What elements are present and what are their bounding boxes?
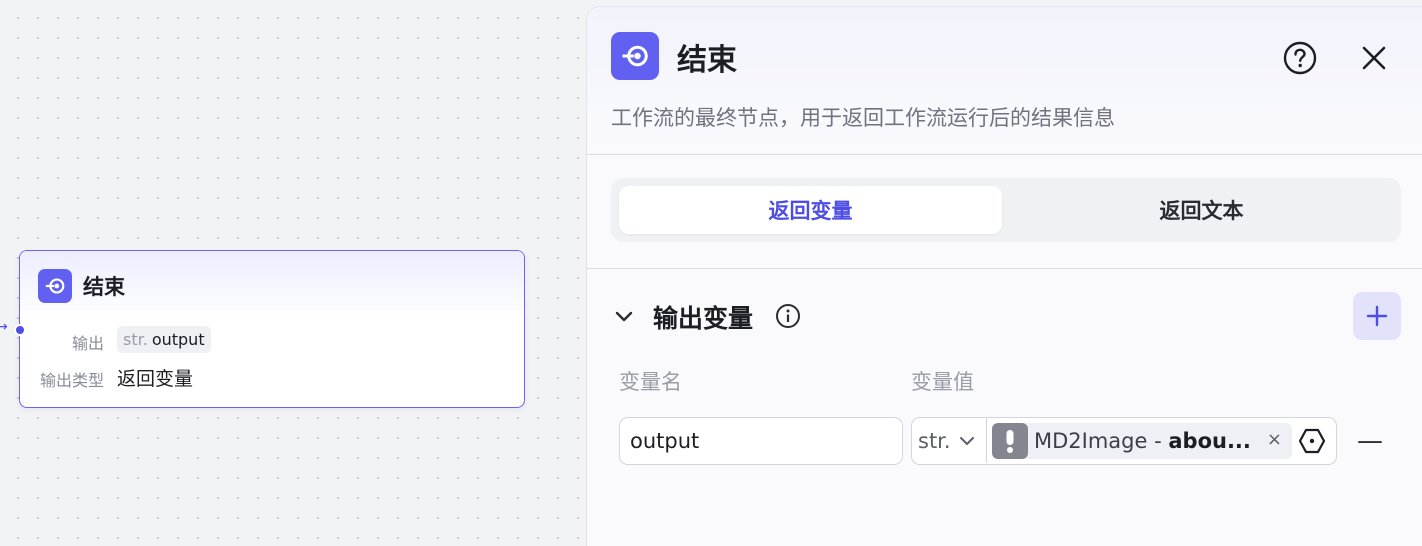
minus-icon[interactable]: — xyxy=(1357,427,1383,455)
node-output-name: output xyxy=(151,330,205,349)
end-node-card[interactable]: 结束 输出 str. output 输出类型 返回变量 xyxy=(19,250,525,408)
edge-arrow-icon: → xyxy=(0,319,8,335)
variable-type-value: str. xyxy=(918,428,951,453)
info-icon[interactable] xyxy=(775,303,801,329)
reference-source: MD2Image - xyxy=(1034,429,1169,453)
workflow-canvas[interactable]: → 结束 输出 str. output 输出类型 返回变量 xyxy=(0,0,586,546)
variable-type-select[interactable]: str. xyxy=(912,418,987,463)
chevron-down-icon[interactable] xyxy=(613,305,635,327)
node-input-port[interactable] xyxy=(14,324,26,336)
variable-name-input[interactable] xyxy=(619,417,903,465)
panel-header: 结束 工作流的最终节点，用于返回工作流运行后的结果信息 xyxy=(587,7,1422,154)
tab-return-text[interactable]: 返回文本 xyxy=(1010,186,1393,234)
warning-icon xyxy=(992,423,1028,459)
plus-icon xyxy=(1366,305,1388,327)
variable-icon[interactable] xyxy=(1298,427,1326,455)
tab-return-variable[interactable]: 返回变量 xyxy=(619,186,1002,234)
column-variable-name: 变量名 xyxy=(619,370,682,394)
node-output-type-tag: str. xyxy=(123,330,148,349)
reference-variable: abou... xyxy=(1168,429,1251,453)
node-config-panel: 结束 工作流的最终节点，用于返回工作流运行后的结果信息 返回变量 返回文本 输出… xyxy=(586,6,1422,546)
end-node-icon xyxy=(611,32,659,80)
node-output-type-label: 输出类型 xyxy=(39,371,104,390)
column-variable-value: 变量值 xyxy=(911,370,974,394)
node-title: 结束 xyxy=(83,275,125,299)
variable-value-field: str. MD2Image - abou... × xyxy=(911,417,1337,465)
help-icon[interactable] xyxy=(1283,41,1317,75)
chevron-down-icon xyxy=(959,436,974,445)
remove-icon[interactable]: × xyxy=(1267,429,1282,450)
divider xyxy=(587,154,1422,155)
return-mode-tabs: 返回变量 返回文本 xyxy=(611,178,1401,242)
section-title: 输出变量 xyxy=(653,304,754,333)
close-icon[interactable] xyxy=(1357,41,1391,75)
reference-label: MD2Image - abou... xyxy=(1034,429,1258,453)
end-node-icon xyxy=(38,269,72,303)
node-output-pill: str. output xyxy=(117,326,211,353)
divider xyxy=(587,268,1422,269)
panel-description: 工作流的最终节点，用于返回工作流运行后的结果信息 xyxy=(611,106,1115,130)
node-output-type-value: 返回变量 xyxy=(117,368,194,390)
variable-reference-chip[interactable]: MD2Image - abou... × xyxy=(992,423,1292,459)
node-output-label: 输出 xyxy=(71,334,104,353)
add-variable-button[interactable] xyxy=(1353,292,1401,340)
panel-title: 结束 xyxy=(677,43,737,78)
